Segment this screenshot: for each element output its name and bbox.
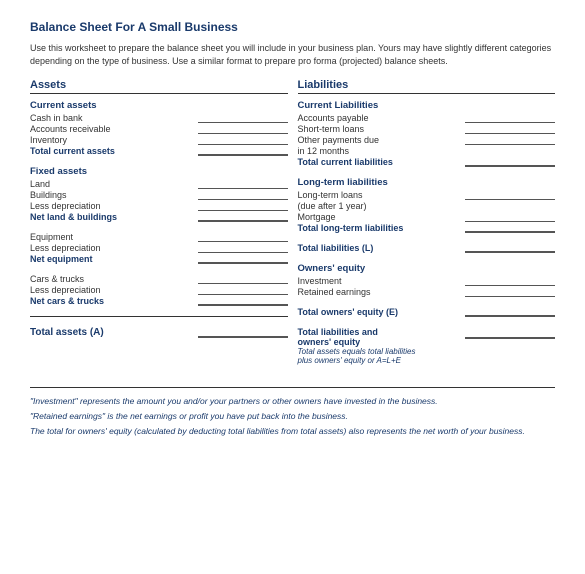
total-equity: Total owners' equity (E) — [298, 307, 556, 317]
list-item: Retained earnings — [298, 287, 556, 297]
list-item: Total long-term liabilities — [298, 223, 556, 233]
footer-section: "Investment" represents the amount you a… — [30, 387, 555, 438]
list-item: Accounts receivable — [30, 124, 288, 134]
liabilities-column: Liabilities Current Liabilities Accounts… — [298, 79, 556, 375]
list-item: (due after 1 year) — [298, 201, 556, 211]
total-assets: Total assets (A) — [30, 327, 288, 338]
list-item: Net land & buildings — [30, 212, 288, 222]
list-item: Mortgage — [298, 212, 556, 222]
list-item: Cash in bank — [30, 113, 288, 123]
total-both-line4: plus owners' equity or A=L+E — [298, 356, 462, 365]
liabilities-header: Liabilities — [298, 79, 556, 94]
list-item: Total current assets — [30, 146, 288, 156]
intro-text: Use this worksheet to prepare the balanc… — [30, 42, 555, 67]
list-item: in 12 months — [298, 146, 556, 156]
current-assets-header: Current assets — [30, 100, 288, 111]
fixed-assets-header: Fixed assets — [30, 166, 288, 177]
list-item: Investment — [298, 276, 556, 286]
current-liabilities-section: Current Liabilities Accounts payable Sho… — [298, 100, 556, 167]
total-liabilities: Total liabilities (L) — [298, 243, 556, 253]
fixed-assets-section: Fixed assets Land Buildings Less depreci… — [30, 166, 288, 222]
list-item: Cars & trucks — [30, 274, 288, 284]
list-item: Less depreciation — [30, 243, 288, 253]
list-item: Total current liabilities — [298, 157, 556, 167]
current-assets-section: Current assets Cash in bank Accounts rec… — [30, 100, 288, 156]
total-both-section: Total liabilities and owners' equity Tot… — [298, 327, 556, 365]
long-term-liabilities-section: Long-term liabilities Long-term loans (d… — [298, 177, 556, 233]
list-item: Equipment — [30, 232, 288, 242]
list-item: Net cars & trucks — [30, 296, 288, 306]
list-item: Inventory — [30, 135, 288, 145]
list-item: Buildings — [30, 190, 288, 200]
footer-note-1: "Investment" represents the amount you a… — [30, 396, 555, 408]
total-both-line3: Total assets equals total liabilities — [298, 347, 462, 356]
total-both-line1: Total liabilities and — [298, 327, 462, 337]
total-both-line2: owners' equity — [298, 337, 462, 347]
page-title: Balance Sheet For A Small Business — [30, 20, 555, 34]
owners-equity-section: Owners' equity Investment Retained earni… — [298, 263, 556, 297]
owners-equity-header: Owners' equity — [298, 263, 556, 274]
total-liabilities-section: Total liabilities (L) — [298, 243, 556, 253]
list-item: Land — [30, 179, 288, 189]
footer-note-2: "Retained earnings" is the net earnings … — [30, 411, 555, 423]
list-item: Net equipment — [30, 254, 288, 264]
assets-column: Assets Current assets Cash in bank Accou… — [30, 79, 288, 375]
footer-note-3: The total for owners' equity (calculated… — [30, 426, 555, 438]
list-item: Accounts payable — [298, 113, 556, 123]
list-item: Short-term loans — [298, 124, 556, 134]
cars-section: Cars & trucks Less depreciation Net cars… — [30, 274, 288, 306]
list-item: Less depreciation — [30, 285, 288, 295]
equipment-section: Equipment Less depreciation Net equipmen… — [30, 232, 288, 264]
long-term-header: Long-term liabilities — [298, 177, 556, 188]
current-liabilities-header: Current Liabilities — [298, 100, 556, 111]
list-item: Long-term loans — [298, 190, 556, 200]
assets-header: Assets — [30, 79, 288, 94]
list-item: Less depreciation — [30, 201, 288, 211]
list-item: Other payments due — [298, 135, 556, 145]
total-equity-section: Total owners' equity (E) — [298, 307, 556, 317]
